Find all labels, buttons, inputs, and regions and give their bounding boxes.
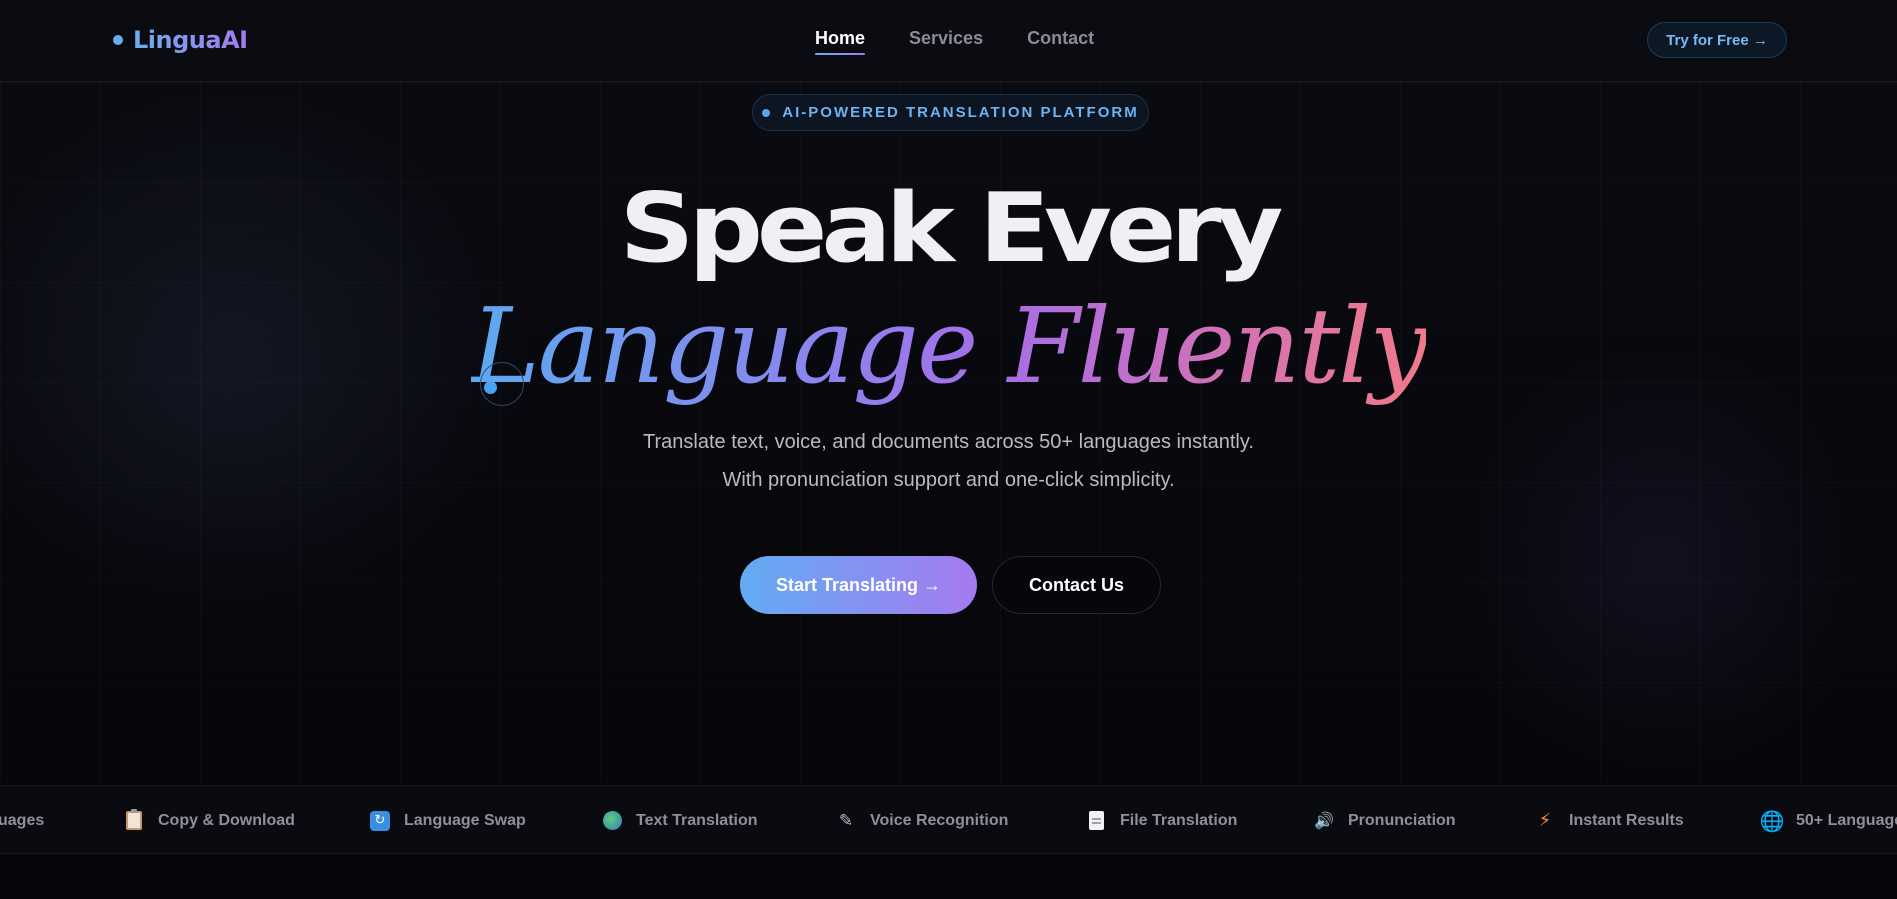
hero-headline: Speak Every — [619, 171, 1284, 285]
landing-page: LinguaAI Home Services Contact Try for F… — [0, 0, 1897, 899]
marquee-item: File Translation — [1086, 786, 1238, 853]
marquee-item: 🔊 Pronunciation — [1314, 786, 1456, 853]
marquee-item-label: 50+ Language — [1796, 811, 1897, 829]
hero-headline-gradient-text: Language Fluently — [470, 285, 1429, 407]
contact-us-button[interactable]: Contact Us — [992, 556, 1161, 614]
earth-icon — [602, 811, 622, 831]
marquee-item-label: Copy & Download — [158, 811, 295, 829]
hero-subtitle-line1: Translate text, voice, and documents acr… — [643, 431, 1254, 453]
platform-badge: AI-POWERED TRANSLATION PLATFORM — [752, 94, 1149, 131]
logo[interactable]: LinguaAI — [113, 24, 248, 56]
marquee-item-label: File Translation — [1120, 811, 1238, 829]
marquee-item-label: Voice Recognition — [870, 811, 1009, 829]
marquee-item: Copy & Download — [124, 786, 295, 853]
try-for-free-button[interactable]: Try for Free → — [1647, 22, 1787, 58]
logo-text: LinguaAI — [133, 26, 248, 54]
marquee-item: Text Translation — [602, 786, 758, 853]
logo-dot-icon — [113, 35, 123, 45]
file-icon — [1086, 811, 1106, 831]
marquee-item-label: uages — [0, 811, 45, 829]
start-translating-button[interactable]: Start Translating → — [740, 556, 977, 614]
nav-link-home[interactable]: Home — [815, 28, 866, 55]
marquee-item-label: Language Swap — [404, 811, 526, 829]
marquee-item-label: Pronunciation — [1348, 811, 1456, 829]
speaker-icon: 🔊 — [1314, 810, 1334, 830]
marquee-item: ↻ Language Swap — [370, 786, 526, 853]
badge-text: AI-POWERED TRANSLATION PLATFORM — [782, 104, 1139, 121]
marquee-item: ✎ Voice Recognition — [836, 786, 1009, 853]
clipboard-icon — [124, 809, 144, 831]
marquee-item: 🌐 50+ Language — [1759, 786, 1897, 853]
nav-link-contact[interactable]: Contact — [1027, 28, 1094, 55]
badge-dot-icon — [762, 108, 771, 117]
marquee-item-label: Instant Results — [1569, 811, 1684, 829]
globe-icon: 🌐 — [1759, 808, 1785, 833]
marquee-item: uages — [0, 786, 45, 853]
lightning-icon: ⚡ — [1538, 809, 1552, 831]
top-navigation: LinguaAI Home Services Contact Try for F… — [0, 0, 1897, 82]
hero-subtitle-line2: With pronunciation support and one-click… — [722, 469, 1175, 491]
marquee-item: ⚡ Instant Results — [1535, 786, 1684, 853]
hero-headline-gradient: Language Fluently — [0, 286, 1897, 406]
features-marquee: uages Copy & Download ↻ Language Swap Te… — [0, 785, 1897, 854]
orbit-dot-decoration — [484, 381, 497, 394]
microphone-icon: ✎ — [838, 810, 854, 831]
nav-link-services[interactable]: Services — [909, 28, 983, 55]
nav-links: Home Services Contact — [815, 28, 1094, 55]
swap-icon: ↻ — [370, 810, 390, 831]
marquee-item-label: Text Translation — [636, 811, 758, 829]
